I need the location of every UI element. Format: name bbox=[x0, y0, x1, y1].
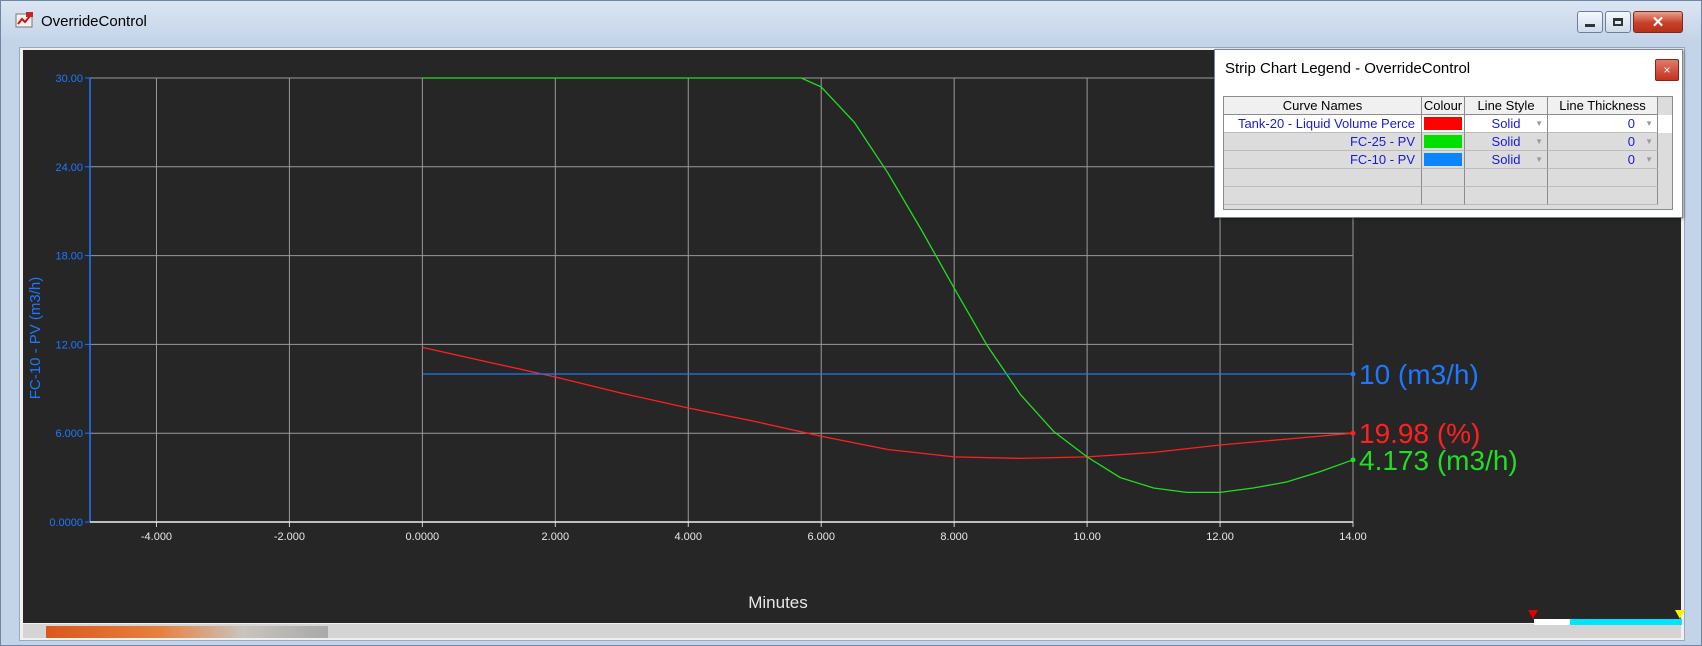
legend-empty-row bbox=[1224, 169, 1672, 187]
x-tick-label: 4.000 bbox=[674, 531, 702, 543]
x-tick-label: 6.000 bbox=[807, 531, 835, 543]
legend-empty-row bbox=[1224, 187, 1672, 205]
legend-row[interactable]: FC-10 - PV Solid ▼ 0 ▼ bbox=[1224, 151, 1672, 169]
series-line bbox=[422, 346, 1354, 460]
colour-swatch bbox=[1424, 117, 1462, 130]
dropdown-arrow-icon: ▼ bbox=[1645, 119, 1653, 128]
range-end-marker-icon[interactable] bbox=[1675, 610, 1685, 619]
legend-line-style[interactable]: Solid ▼ bbox=[1465, 115, 1548, 133]
legend-row[interactable]: FC-25 - PV Solid ▼ 0 ▼ bbox=[1224, 133, 1672, 151]
x-tick-label: 10.00 bbox=[1073, 531, 1101, 543]
close-button[interactable]: ✕ bbox=[1633, 11, 1683, 33]
legend-colour-cell[interactable] bbox=[1422, 151, 1465, 169]
legend-curve-name[interactable]: FC-25 - PV bbox=[1224, 133, 1422, 151]
range-indicator bbox=[1534, 619, 1682, 625]
title-bar[interactable]: OverrideControl ✕ bbox=[1, 1, 1701, 43]
colour-swatch bbox=[1424, 135, 1462, 148]
column-header-colour[interactable]: Colour bbox=[1422, 97, 1465, 115]
close-icon: ✕ bbox=[1651, 14, 1665, 31]
dropdown-arrow-icon: ▼ bbox=[1535, 155, 1543, 164]
line-thickness-value: 0 bbox=[1627, 134, 1635, 149]
range-start-marker-icon[interactable] bbox=[1528, 610, 1538, 619]
legend-grid: Curve Names Colour Line Style Line Thick… bbox=[1223, 96, 1673, 210]
line-thickness-value: 0 bbox=[1627, 152, 1635, 167]
legend-row[interactable]: Tank-20 - Liquid Volume Perce Solid ▼ 0 ▼ bbox=[1224, 115, 1672, 133]
dropdown-arrow-icon: ▼ bbox=[1535, 119, 1543, 128]
line-style-value: Solid bbox=[1491, 116, 1521, 131]
legend-curve-name[interactable]: FC-10 - PV bbox=[1224, 151, 1422, 169]
legend-colour-cell[interactable] bbox=[1422, 115, 1465, 133]
time-scrollbar[interactable] bbox=[23, 624, 1681, 638]
column-header-curve-names[interactable]: Curve Names bbox=[1224, 97, 1422, 115]
column-header-line-style[interactable]: Line Style bbox=[1465, 97, 1548, 115]
x-tick-label: -2.000 bbox=[274, 531, 305, 543]
y-tick-label: 6.000 bbox=[55, 428, 83, 440]
legend-line-thickness[interactable]: 0 ▼ bbox=[1548, 133, 1658, 151]
dropdown-arrow-icon: ▼ bbox=[1535, 137, 1543, 146]
scroll-thumb[interactable] bbox=[46, 626, 328, 638]
legend-window: Strip Chart Legend - OverrideControl × C… bbox=[1214, 49, 1683, 218]
y-axis-label: FC-10 - PV (m3/h) bbox=[27, 277, 44, 400]
maximize-icon bbox=[1613, 18, 1623, 26]
x-tick-label: 14.00 bbox=[1339, 531, 1367, 543]
legend-header-row: Curve Names Colour Line Style Line Thick… bbox=[1224, 97, 1672, 115]
legend-line-style[interactable]: Solid ▼ bbox=[1465, 133, 1548, 151]
minimize-button[interactable] bbox=[1577, 11, 1603, 33]
x-tick-label: 2.000 bbox=[542, 531, 570, 543]
series-end-label: 4.173 (m3/h) bbox=[1359, 445, 1518, 476]
legend-curve-name[interactable]: Tank-20 - Liquid Volume Perce bbox=[1224, 115, 1422, 133]
main-window: OverrideControl ✕ -4.000 -2.000 0.0000 2.00… bbox=[0, 0, 1702, 646]
series-endpoint bbox=[1350, 371, 1356, 377]
series-endpoint bbox=[1350, 430, 1356, 436]
line-style-value: Solid bbox=[1491, 134, 1521, 149]
legend-title: Strip Chart Legend - OverrideControl bbox=[1225, 60, 1471, 77]
maximize-button[interactable] bbox=[1605, 11, 1631, 33]
y-tick-label: 12.00 bbox=[55, 339, 83, 351]
axis-layer: -4.000 -2.000 0.0000 2.000 4.000 6.000 8.000 10… bbox=[49, 73, 1366, 543]
x-tick-label: 0.0000 bbox=[406, 531, 440, 543]
series-end-label: 10 (m3/h) bbox=[1359, 359, 1479, 390]
legend-line-thickness[interactable]: 0 ▼ bbox=[1548, 115, 1658, 133]
minimize-icon bbox=[1585, 23, 1595, 27]
dropdown-arrow-icon: ▼ bbox=[1645, 137, 1653, 146]
label-layer: 19.98 (%)4.173 (m3/h)10 (m3/h) bbox=[1359, 359, 1518, 476]
x-axis-label: Minutes bbox=[748, 593, 808, 612]
legend-close-button[interactable]: × bbox=[1655, 59, 1679, 81]
x-tick-label: 8.000 bbox=[940, 531, 968, 543]
legend-colour-cell[interactable] bbox=[1422, 133, 1465, 151]
window-title: OverrideControl bbox=[41, 13, 147, 30]
y-tick-label: 18.00 bbox=[55, 251, 83, 263]
line-style-value: Solid bbox=[1491, 152, 1521, 167]
grid-layer bbox=[90, 77, 1354, 523]
legend-line-style[interactable]: Solid ▼ bbox=[1465, 151, 1548, 169]
series-endpoint bbox=[1350, 457, 1356, 463]
y-tick-label: 24.00 bbox=[55, 162, 83, 174]
legend-line-thickness[interactable]: 0 ▼ bbox=[1548, 151, 1658, 169]
close-icon: × bbox=[1663, 63, 1671, 77]
y-tick-label: 0.0000 bbox=[49, 517, 83, 529]
column-header-line-thickness[interactable]: Line Thickness bbox=[1548, 97, 1658, 115]
x-tick-label: -4.000 bbox=[141, 531, 172, 543]
y-tick-label: 30.00 bbox=[55, 73, 83, 85]
dropdown-arrow-icon: ▼ bbox=[1645, 155, 1653, 164]
colour-swatch bbox=[1424, 153, 1462, 166]
line-thickness-value: 0 bbox=[1627, 116, 1635, 131]
x-tick-label: 12.00 bbox=[1206, 531, 1234, 543]
app-icon bbox=[15, 12, 33, 28]
